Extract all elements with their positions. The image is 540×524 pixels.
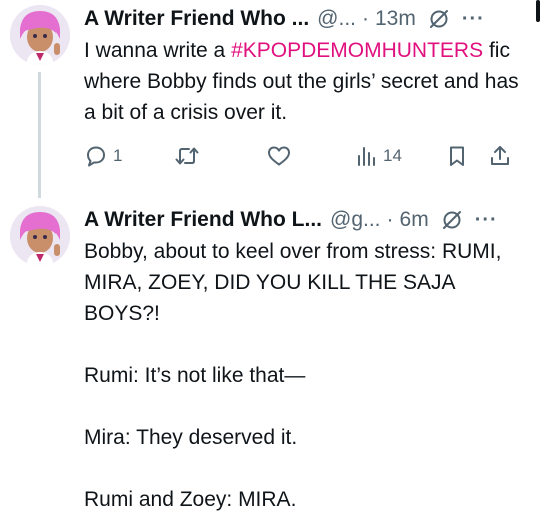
views-icon — [358, 147, 375, 166]
like-button[interactable] — [266, 144, 292, 168]
tweet-text: I wanna write a #KPOPDEMOMHUNTERS fic wh… — [84, 35, 524, 128]
tweet-actions: 1 14 — [84, 144, 524, 174]
share-icon — [491, 146, 509, 165]
views-count: 14 — [383, 146, 402, 165]
retweet-icon — [175, 147, 199, 165]
reply-button[interactable]: 1 — [84, 144, 122, 168]
tweet-text-start: I wanna write a — [84, 39, 232, 62]
avatar[interactable] — [10, 206, 70, 266]
separator: · — [362, 7, 369, 30]
avatar[interactable] — [10, 5, 70, 65]
avatar-image — [10, 206, 70, 266]
grok-icon[interactable] — [441, 209, 463, 231]
hashtag-link[interactable]: #KPOPDEMOMHUNTERS — [231, 39, 483, 62]
tweet-header: A Writer Friend Who L... @g... · 6m ··· — [84, 205, 498, 235]
tweet-header: A Writer Friend Who ... @... · 13m ··· — [84, 4, 485, 34]
more-icon[interactable]: ··· — [475, 209, 498, 232]
author-handle[interactable]: @... — [317, 7, 356, 31]
more-icon[interactable]: ··· — [462, 8, 485, 31]
author-name[interactable]: A Writer Friend Who L... — [84, 208, 322, 232]
tweet-1[interactable]: A Writer Friend Who ... @... · 13m ··· I… — [0, 0, 540, 198]
reply-icon — [87, 146, 105, 167]
avatar-image — [10, 5, 70, 65]
like-icon — [268, 146, 290, 166]
tweet-2[interactable]: A Writer Friend Who L... @g... · 6m ··· … — [0, 198, 540, 524]
views-button[interactable]: 14 — [356, 144, 402, 168]
author-name[interactable]: A Writer Friend Who ... — [84, 7, 309, 31]
separator: · — [386, 208, 394, 231]
retweet-button[interactable] — [174, 144, 200, 168]
bookmark-icon — [450, 146, 464, 166]
author-handle[interactable]: @g... — [330, 208, 381, 232]
grok-icon[interactable] — [428, 8, 450, 30]
thread-line — [38, 72, 41, 198]
timestamp[interactable]: 6m — [400, 208, 429, 232]
bookmark-button[interactable] — [446, 144, 468, 168]
reply-count: 1 — [113, 146, 123, 165]
timestamp[interactable]: 13m — [375, 7, 416, 31]
tweet-text: Bobby, about to keel over from stress: R… — [84, 240, 502, 511]
share-button[interactable] — [488, 144, 512, 168]
